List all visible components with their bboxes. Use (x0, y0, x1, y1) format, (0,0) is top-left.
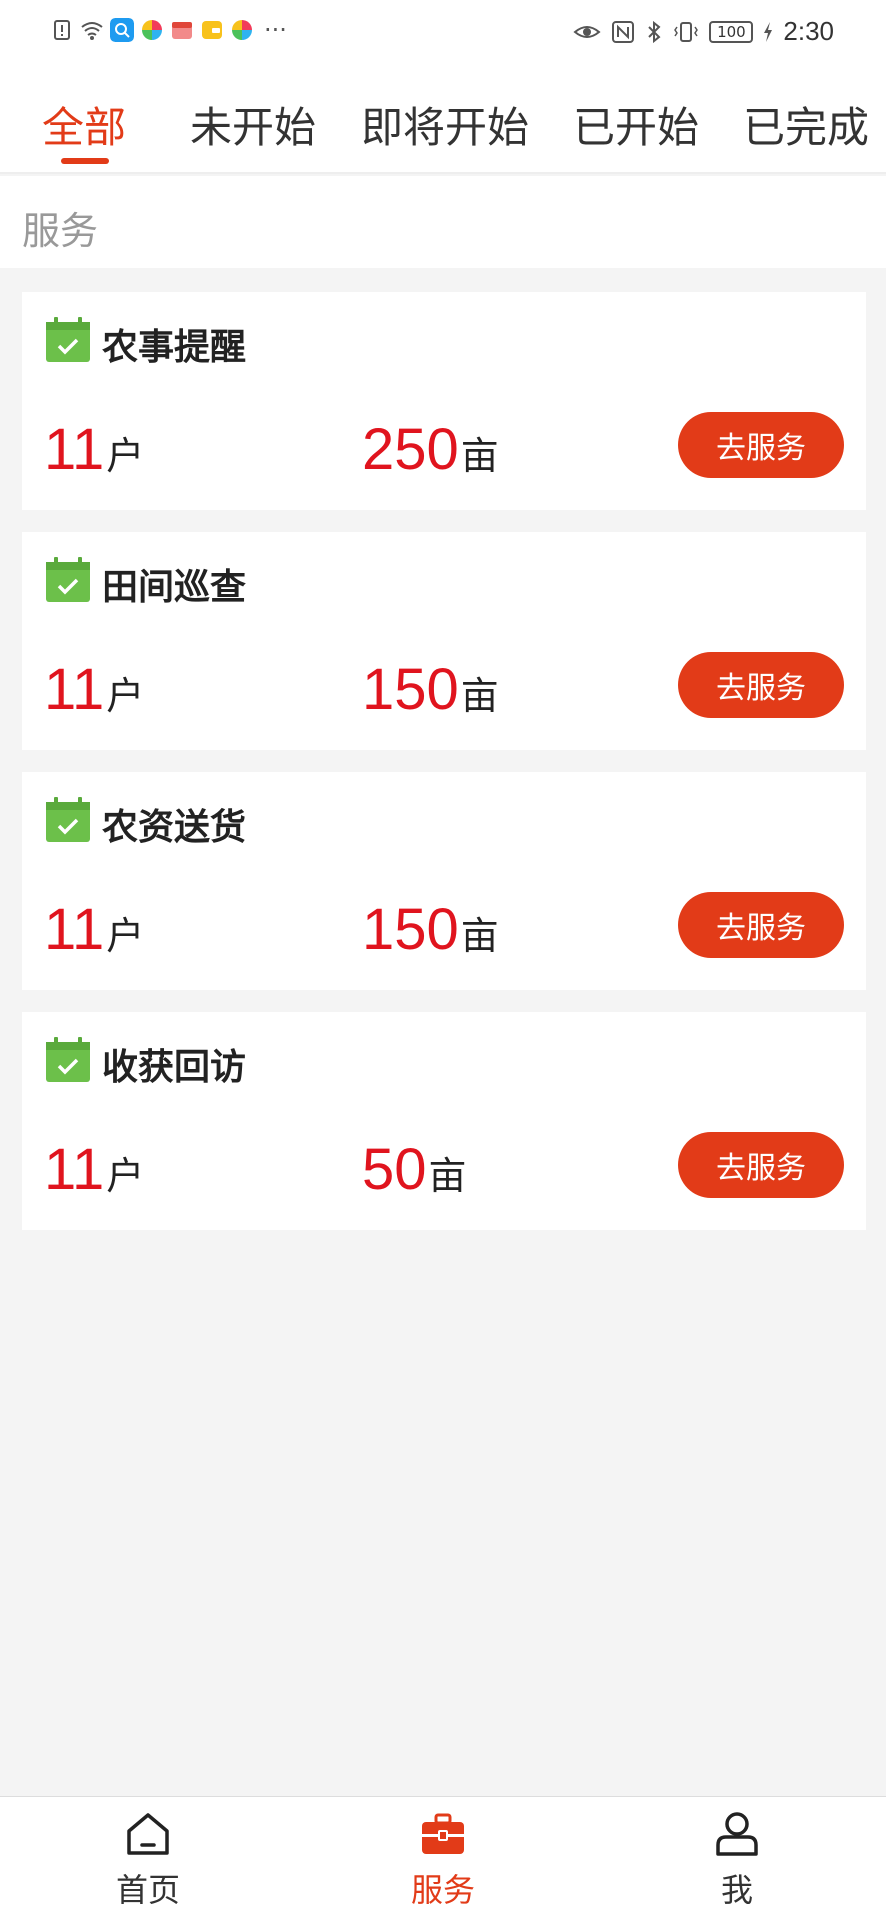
section-title: 服务 (22, 209, 99, 253)
sim-alert-icon (54, 20, 70, 40)
section-header: 服务 (0, 176, 886, 268)
tab-upcoming[interactable]: 即将开始 (361, 94, 529, 155)
tab-started[interactable]: 已开始 (573, 94, 699, 155)
store-app-icon (172, 22, 192, 39)
area-stat: 250亩 (362, 416, 499, 483)
households-count: 11 (44, 417, 105, 482)
active-tab-indicator (61, 158, 109, 164)
households-unit: 户 (106, 914, 145, 958)
eye-comfort-icon (573, 25, 601, 38)
tab-not-started[interactable]: 未开始 (190, 94, 316, 155)
bluetooth-icon (648, 20, 661, 43)
households-count: 11 (44, 897, 105, 962)
nav-me[interactable]: 我 (677, 1809, 797, 1911)
households-count: 11 (44, 1137, 105, 1202)
area-unit: 亩 (460, 914, 499, 958)
households-unit: 户 (106, 434, 145, 478)
nav-home[interactable]: 首页 (88, 1809, 208, 1911)
notification-icons: ··· (50, 18, 287, 42)
card-title: 田间巡查 (102, 567, 247, 608)
households-count: 11 (44, 657, 105, 722)
calendar-check-icon (46, 317, 90, 362)
toolbox-icon (422, 1813, 464, 1854)
calendar-check-icon (46, 1037, 90, 1082)
filter-tabs: 全部 未开始 即将开始 已开始 已完成 (0, 66, 886, 174)
calendar-check-icon (46, 797, 90, 842)
households-unit: 户 (106, 1154, 145, 1198)
area-unit: 亩 (460, 674, 499, 718)
card-title: 农事提醒 (102, 327, 247, 368)
households-stat: 11户 (44, 1136, 144, 1203)
area-unit: 亩 (460, 434, 499, 478)
charging-icon (764, 21, 773, 42)
households-stat: 11户 (44, 656, 144, 723)
wifi-icon (81, 22, 103, 40)
wallet-app-icon (202, 21, 222, 39)
service-card-field-inspection: 田间巡查 11户 150亩 去服务 (22, 532, 866, 750)
area-value: 50 (362, 1137, 427, 1202)
nav-home-label: 首页 (115, 1871, 180, 1909)
home-icon (127, 1813, 169, 1855)
battery-icon: 100 (709, 20, 754, 43)
vibrate-icon (674, 21, 699, 42)
tab-all[interactable]: 全部 (42, 94, 126, 155)
area-unit: 亩 (428, 1154, 467, 1198)
card-title: 农资送货 (102, 807, 247, 848)
tab-completed[interactable]: 已完成 (743, 94, 869, 155)
area-value: 150 (362, 657, 459, 722)
area-stat: 50亩 (362, 1136, 467, 1203)
households-stat: 11户 (44, 896, 144, 963)
go-service-button[interactable]: 去服务 (678, 412, 844, 478)
bottom-navigation: 首页 服务 我 (0, 1796, 886, 1920)
status-time: 2:30 (783, 16, 834, 46)
area-value: 150 (362, 897, 459, 962)
area-stat: 150亩 (362, 656, 499, 723)
nav-service-label: 服务 (410, 1871, 475, 1909)
go-service-button[interactable]: 去服务 (678, 1132, 844, 1198)
nav-service[interactable]: 服务 (383, 1809, 503, 1911)
system-icons: 100 2:30 (573, 16, 834, 47)
card-title: 收获回访 (102, 1047, 247, 1088)
calendar-check-icon (46, 557, 90, 602)
service-card-supply-delivery: 农资送货 11户 150亩 去服务 (22, 772, 866, 990)
nfc-icon (612, 20, 635, 43)
households-stat: 11户 (44, 416, 144, 483)
go-service-button[interactable]: 去服务 (678, 892, 844, 958)
area-stat: 150亩 (362, 896, 499, 963)
households-unit: 户 (106, 674, 145, 718)
more-notifications-icon: ··· (264, 16, 287, 44)
search-app-icon (110, 18, 134, 42)
service-card-farm-reminder: 农事提醒 11户 250亩 去服务 (22, 292, 866, 510)
nav-me-label: 我 (720, 1871, 753, 1909)
user-icon (716, 1812, 758, 1856)
area-value: 250 (362, 417, 459, 482)
go-service-button[interactable]: 去服务 (678, 652, 844, 718)
status-bar: ··· 100 2:30 (0, 0, 886, 66)
pinwheel-app-icon (142, 20, 162, 40)
service-card-harvest-followup: 收获回访 11户 50亩 去服务 (22, 1012, 866, 1230)
pinwheel-app-icon (232, 20, 252, 40)
